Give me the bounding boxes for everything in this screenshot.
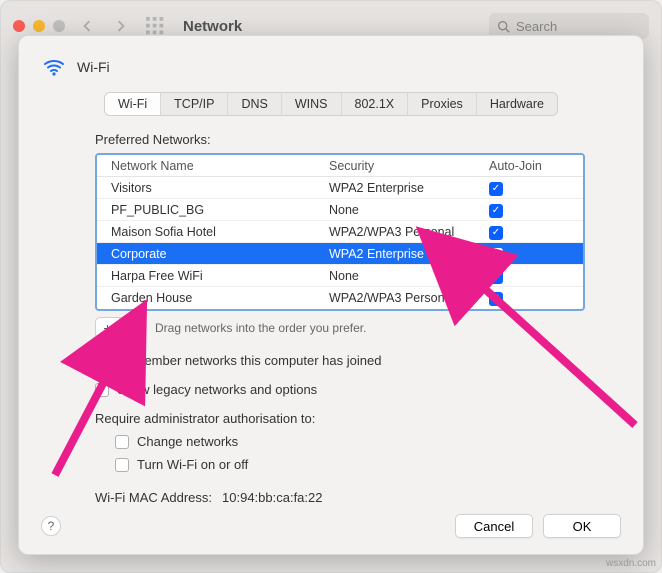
cell-network-name: PF_PUBLIC_BG <box>111 203 329 217</box>
add-remove-buttons: + − <box>95 317 145 339</box>
cell-security: WPA2 Enterprise <box>329 247 489 261</box>
cell-auto-join[interactable]: ✓ <box>489 224 559 240</box>
table-row[interactable]: Maison Sofia HotelWPA2/WPA3 Personal✓ <box>97 221 583 243</box>
table-row[interactable]: PF_PUBLIC_BGNone✓ <box>97 199 583 221</box>
window-title: Network <box>183 18 242 35</box>
cancel-button[interactable]: Cancel <box>455 514 533 538</box>
wifi-advanced-sheet: Wi-Fi Wi-FiTCP/IPDNSWINS802.1XProxiesHar… <box>18 35 644 555</box>
search-icon <box>497 20 510 33</box>
sheet-title: Wi-Fi <box>77 59 110 75</box>
preferred-networks-label: Preferred Networks: <box>95 132 585 147</box>
cell-auto-join[interactable]: ✓ <box>489 180 559 196</box>
ok-button[interactable]: OK <box>543 514 621 538</box>
search-placeholder: Search <box>516 19 557 34</box>
mac-address-label: Wi-Fi MAC Address: <box>95 490 212 504</box>
autojoin-checkbox[interactable]: ✓ <box>489 204 503 218</box>
cell-auto-join[interactable]: ✓ <box>489 268 559 284</box>
drag-hint: Drag networks into the order you prefer. <box>155 321 366 335</box>
autojoin-checkbox[interactable]: ✓ <box>489 270 503 284</box>
tab-802-1x[interactable]: 802.1X <box>342 93 409 115</box>
legacy-label: Show legacy networks and options <box>117 382 317 397</box>
table-row[interactable]: Harpa Free WiFiNone✓ <box>97 265 583 287</box>
tab-wins[interactable]: WINS <box>282 93 342 115</box>
cell-security: None <box>329 203 489 217</box>
cell-security: WPA2/WPA3 Personal <box>329 225 489 239</box>
remember-networks-option[interactable]: ✓ Remember networks this computer has jo… <box>95 353 585 368</box>
remember-label: Remember networks this computer has join… <box>117 353 381 368</box>
autojoin-checkbox[interactable]: ✓ <box>489 248 503 262</box>
remove-network-button[interactable]: − <box>120 318 144 338</box>
tab-hardware[interactable]: Hardware <box>477 93 557 115</box>
table-row[interactable]: VisitorsWPA2 Enterprise✓ <box>97 177 583 199</box>
cell-auto-join[interactable]: ✓ <box>489 246 559 262</box>
autojoin-checkbox[interactable]: ✓ <box>489 182 503 196</box>
remember-checkbox[interactable]: ✓ <box>95 354 109 368</box>
col-auto-join[interactable]: Auto-Join <box>489 159 559 173</box>
tab-wi-fi[interactable]: Wi-Fi <box>105 93 161 115</box>
wifi-icon <box>41 54 67 80</box>
cell-network-name: Garden House <box>111 291 329 305</box>
table-row[interactable]: CorporateWPA2 Enterprise✓ <box>97 243 583 265</box>
admin-option-label: Turn Wi-Fi on or off <box>137 457 248 472</box>
preferred-networks-table[interactable]: Network Name Security Auto-Join Visitors… <box>95 153 585 311</box>
autojoin-checkbox[interactable]: ✓ <box>489 226 503 240</box>
traffic-lights[interactable] <box>13 20 65 32</box>
table-row[interactable]: Garden HouseWPA2/WPA3 Personal✓ <box>97 287 583 309</box>
legacy-networks-option[interactable]: Show legacy networks and options <box>95 382 585 397</box>
admin-checkbox[interactable] <box>115 435 129 449</box>
cell-security: WPA2/WPA3 Personal <box>329 291 489 305</box>
close-icon[interactable] <box>13 20 25 32</box>
col-network-name[interactable]: Network Name <box>111 159 329 173</box>
cell-network-name: Corporate <box>111 247 329 261</box>
admin-checkbox[interactable] <box>115 458 129 472</box>
watermark: wsxdn.com <box>606 558 656 569</box>
admin-auth-label: Require administrator authorisation to: <box>95 411 585 426</box>
cell-network-name: Harpa Free WiFi <box>111 269 329 283</box>
cell-auto-join[interactable]: ✓ <box>489 290 559 306</box>
add-network-button[interactable]: + <box>96 318 120 338</box>
cell-auto-join[interactable]: ✓ <box>489 202 559 218</box>
admin-option-label: Change networks <box>137 434 238 449</box>
admin-option[interactable]: Turn Wi-Fi on or off <box>115 457 585 472</box>
cell-security: None <box>329 269 489 283</box>
mac-address-value: 10:94:bb:ca:fa:22 <box>222 490 322 504</box>
help-button[interactable]: ? <box>41 516 61 536</box>
cell-network-name: Maison Sofia Hotel <box>111 225 329 239</box>
admin-option[interactable]: Change networks <box>115 434 585 449</box>
tab-bar: Wi-FiTCP/IPDNSWINS802.1XProxiesHardware <box>104 92 558 116</box>
table-header: Network Name Security Auto-Join <box>97 155 583 177</box>
col-security[interactable]: Security <box>329 159 489 173</box>
tab-proxies[interactable]: Proxies <box>408 93 477 115</box>
cell-security: WPA2 Enterprise <box>329 181 489 195</box>
minimize-icon[interactable] <box>33 20 45 32</box>
autojoin-checkbox[interactable]: ✓ <box>489 292 503 306</box>
zoom-icon[interactable] <box>53 20 65 32</box>
legacy-checkbox[interactable] <box>95 383 109 397</box>
cell-network-name: Visitors <box>111 181 329 195</box>
tab-tcp-ip[interactable]: TCP/IP <box>161 93 228 115</box>
tab-dns[interactable]: DNS <box>228 93 281 115</box>
